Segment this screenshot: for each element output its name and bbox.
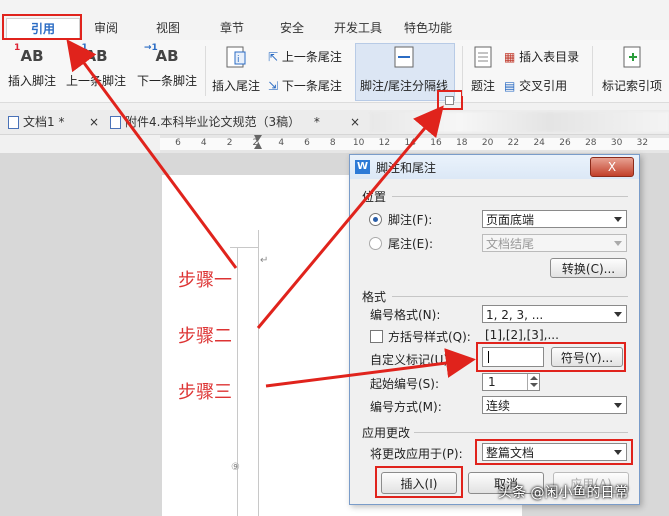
step-three-arrow: [265, 348, 476, 388]
step-two-arrow: [256, 105, 444, 329]
annotation-arrows: [66, 39, 476, 388]
step-one-arrow: [66, 39, 238, 269]
watermark: 头条 @闲小鱼的日常: [498, 485, 629, 501]
